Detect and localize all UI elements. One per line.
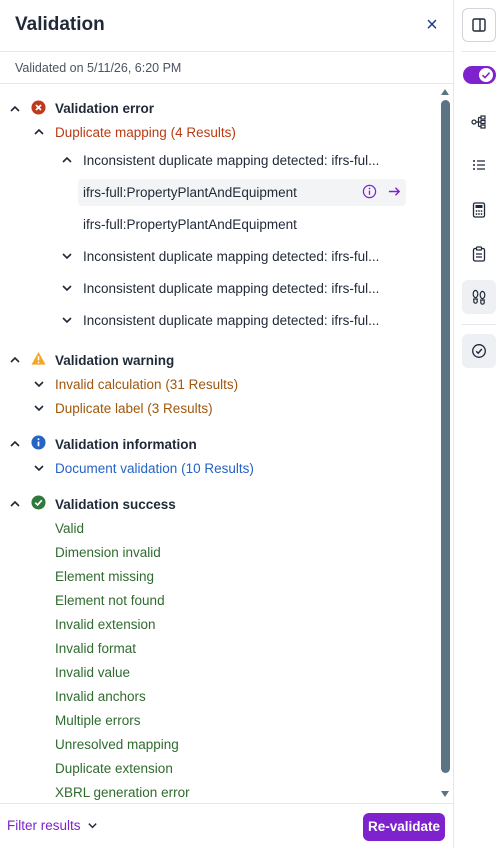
result-item[interactable]: Inconsistent duplicate mapping detected:… [83, 148, 379, 172]
group-invalid-calculation[interactable]: Invalid calculation (31 Results) [55, 372, 238, 396]
close-icon[interactable]: × [422, 15, 442, 35]
chevron-down-icon[interactable] [33, 378, 45, 390]
toggle-knob [479, 68, 493, 82]
scroll-down-icon[interactable] [441, 791, 449, 797]
filter-results-button[interactable]: Filter results [7, 818, 98, 833]
panel-header: Validation × [0, 0, 453, 52]
page-title: Validation [15, 14, 105, 35]
validation-panel: Validation × Validated on 5/11/26, 6:20 … [0, 0, 453, 848]
chevron-up-icon[interactable] [9, 354, 21, 366]
toggle-switch[interactable] [463, 66, 496, 84]
check-circle-icon[interactable] [462, 334, 496, 368]
success-item[interactable]: Element not found [55, 588, 165, 612]
success-item[interactable]: XBRL generation error [55, 780, 190, 803]
result-item[interactable]: Inconsistent duplicate mapping detected:… [83, 308, 379, 332]
success-item[interactable]: Unresolved mapping [55, 732, 179, 756]
success-item[interactable]: Invalid value [55, 660, 130, 684]
chevron-up-icon[interactable] [9, 103, 21, 115]
success-item[interactable]: Dimension invalid [55, 540, 161, 564]
info-icon [31, 435, 46, 450]
chevron-down-icon[interactable] [33, 402, 45, 414]
result-child-item[interactable]: ifrs-full:PropertyPlantAndEquipment [83, 180, 297, 204]
success-item[interactable]: Valid [55, 516, 84, 540]
success-item[interactable]: Invalid anchors [55, 684, 146, 708]
panel-layout-icon[interactable] [462, 8, 496, 42]
rail-divider [462, 51, 496, 52]
chevron-up-icon[interactable] [9, 438, 21, 450]
chevron-up-icon[interactable] [9, 498, 21, 510]
warning-icon [31, 351, 46, 366]
error-icon [31, 100, 46, 115]
results-tree: Validation error Duplicate mapping (4 Re… [0, 85, 440, 803]
validated-timestamp: Validated on 5/11/26, 6:20 PM [15, 61, 182, 75]
scrollbar-thumb[interactable] [441, 100, 450, 773]
right-tool-rail [453, 0, 503, 848]
group-duplicate-label[interactable]: Duplicate label (3 Results) [55, 396, 213, 420]
list-icon[interactable] [462, 148, 496, 182]
chevron-down-icon[interactable] [33, 462, 45, 474]
success-item[interactable]: Invalid extension [55, 612, 156, 636]
filter-results-label: Filter results [7, 818, 81, 833]
section-title-success[interactable]: Validation success [55, 492, 176, 516]
result-item[interactable]: Inconsistent duplicate mapping detected:… [83, 276, 379, 300]
group-document-validation[interactable]: Document validation (10 Results) [55, 456, 254, 480]
chevron-down-icon[interactable] [61, 282, 73, 294]
chevron-down-icon[interactable] [61, 250, 73, 262]
validated-timestamp-bar: Validated on 5/11/26, 6:20 PM [0, 53, 453, 84]
result-child-item[interactable]: ifrs-full:PropertyPlantAndEquipment [83, 212, 297, 236]
success-item[interactable]: Duplicate extension [55, 756, 173, 780]
calculator-icon[interactable] [462, 193, 496, 227]
success-item[interactable]: Multiple errors [55, 708, 141, 732]
rail-divider [462, 324, 496, 325]
chevron-down-icon [87, 823, 97, 829]
chevron-up-icon[interactable] [61, 154, 73, 166]
hierarchy-icon[interactable] [462, 105, 496, 139]
success-icon [31, 495, 46, 510]
section-title-warning[interactable]: Validation warning [55, 348, 174, 372]
footsteps-icon[interactable] [462, 280, 496, 314]
scroll-up-icon[interactable] [441, 89, 449, 95]
group-duplicate-mapping[interactable]: Duplicate mapping (4 Results) [55, 120, 236, 144]
section-title-error[interactable]: Validation error [55, 96, 154, 120]
clipboard-icon[interactable] [462, 237, 496, 271]
arrow-right-icon[interactable] [387, 184, 402, 199]
success-item[interactable]: Element missing [55, 564, 154, 588]
info-outline-icon[interactable] [362, 184, 377, 199]
chevron-up-icon[interactable] [33, 126, 45, 138]
success-item[interactable]: Invalid format [55, 636, 136, 660]
panel-footer: Filter results Re-validate [0, 803, 453, 848]
revalidate-button[interactable]: Re-validate [363, 813, 445, 841]
chevron-down-icon[interactable] [61, 314, 73, 326]
result-item[interactable]: Inconsistent duplicate mapping detected:… [83, 244, 379, 268]
section-title-information[interactable]: Validation information [55, 432, 197, 456]
